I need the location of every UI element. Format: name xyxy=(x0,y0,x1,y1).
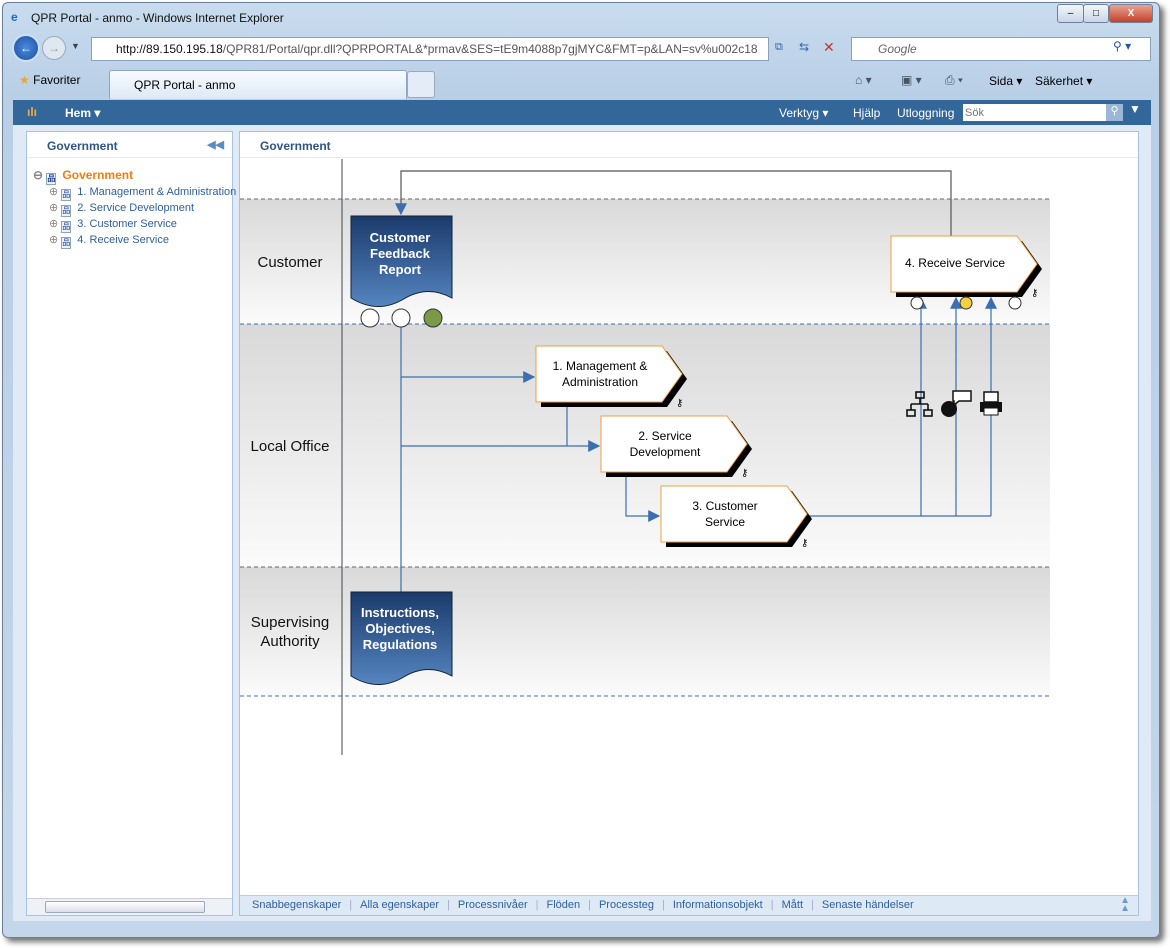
scroll-top-icon[interactable]: ▲ ▲ xyxy=(1120,896,1130,914)
ie-icon: e xyxy=(11,10,18,24)
indicator-white xyxy=(391,308,411,328)
portal-search-input[interactable] xyxy=(963,104,1123,121)
footer-tabs: Snabbegenskaper | Alla egenskaper | Processn… xyxy=(240,895,1138,915)
process-step[interactable]: 2. Service Development⚷ xyxy=(600,415,752,479)
compat-icon[interactable]: ⧉ xyxy=(775,41,783,54)
window-title: QPR Portal - anmo - Windows Internet Exp… xyxy=(31,11,284,25)
key-icon: ⚷ xyxy=(741,468,748,479)
logout-link[interactable]: Utloggning xyxy=(897,106,954,120)
tools-menu[interactable]: Verktyg ▾ xyxy=(779,106,828,120)
footer-tab[interactable]: Senaste händelser xyxy=(822,899,914,911)
process-label: 4. Receive Service xyxy=(905,256,1005,270)
process-icon: 品 xyxy=(61,189,72,201)
portal-toolbar: ılı Hem ▾ Verktyg ▾ Hjälp Utloggning ⚲ ▼ xyxy=(13,100,1151,125)
help-link[interactable]: Hjälp xyxy=(853,106,880,120)
history-dropdown-icon[interactable]: ▼ xyxy=(71,41,80,51)
feeds-icon[interactable]: ▣ ▾ xyxy=(901,73,922,87)
new-tab-button[interactable] xyxy=(407,71,435,98)
print-icon[interactable]: ⎙ ▾ xyxy=(945,73,963,88)
scrollbar-thumb[interactable] xyxy=(45,901,205,913)
tree-item[interactable]: ⊕ 品 2. Service Development xyxy=(49,201,194,217)
main-panel: Government Customer Local Office Supervi… xyxy=(239,131,1139,916)
search-box[interactable]: Google xyxy=(851,37,1151,61)
back-button[interactable]: ← xyxy=(12,34,40,62)
process-step[interactable]: 3. Customer Service⚷ xyxy=(660,485,812,549)
expand-icon: ⊕ xyxy=(49,202,59,214)
lane-label: Customer xyxy=(257,254,322,271)
printer-icon xyxy=(980,391,1002,416)
footer-tab[interactable]: Informationsobjekt xyxy=(673,899,763,911)
footer-tab[interactable]: Flöden xyxy=(546,899,580,911)
expand-icon[interactable]: ▼ xyxy=(1129,102,1141,116)
tree-item[interactable]: ⊕ 品 1. Management & Administration xyxy=(49,185,236,201)
collapse-icon: ⊖ xyxy=(33,168,44,182)
key-icon: ⚷ xyxy=(676,398,683,409)
horizontal-scrollbar[interactable] xyxy=(27,898,232,915)
expand-icon: ⊕ xyxy=(49,234,59,246)
favorites-button[interactable]: ★ Favoriter xyxy=(19,73,80,87)
process-icon: 品 xyxy=(61,221,72,233)
footer-tab[interactable]: Snabbegenskaper xyxy=(252,899,341,911)
home-menu[interactable]: Hem ▾ xyxy=(65,106,100,120)
safety-menu[interactable]: Säkerhet ▾ xyxy=(1035,74,1092,88)
indicator-green xyxy=(423,308,443,328)
footer-tab[interactable]: Processteg xyxy=(599,899,654,911)
process-icon: 品 xyxy=(46,173,57,185)
content-area: Government ◀◀ ⊖ 品 Government ⊕ 品 1. Manage… xyxy=(13,125,1151,921)
indicator-white xyxy=(1008,296,1022,310)
tree-item[interactable]: ⊕ 品 3. Customer Service xyxy=(49,217,177,233)
key-icon: ⚷ xyxy=(801,538,808,549)
collapse-panel-icon[interactable]: ◀◀ xyxy=(207,138,224,151)
expand-icon: ⊕ xyxy=(49,186,59,198)
key-icon: ⚷ xyxy=(1031,288,1038,299)
process-step[interactable]: 4. Receive Service ⚷ xyxy=(890,235,1042,299)
document-instructions: Instructions, Objectives, Regulations xyxy=(350,591,453,685)
expand-icon: ⊕ xyxy=(49,218,59,230)
lane-label: Local Office xyxy=(251,438,330,455)
page-menu[interactable]: Sida ▾ xyxy=(989,74,1022,88)
minimize-button[interactable]: – xyxy=(1057,4,1084,23)
indicator-white xyxy=(360,308,380,328)
stop-icon[interactable]: ✕ xyxy=(823,39,835,56)
address-bar[interactable]: http://89.150.195.18/QPR81/Portal/qpr.dl… xyxy=(91,37,769,61)
search-icon[interactable]: ⚲ xyxy=(1106,104,1123,121)
search-icon[interactable]: ⚲ ▾ xyxy=(1113,39,1131,53)
close-button[interactable]: X xyxy=(1109,4,1153,23)
tab-qpr-portal[interactable]: QPR Portal - anmo xyxy=(109,70,407,99)
indicator-white xyxy=(910,296,924,310)
forward-button[interactable]: → xyxy=(42,36,66,60)
qpr-logo-icon: ılı xyxy=(27,105,38,119)
process-diagram: Customer Local Office Supervising Authori… xyxy=(240,159,1050,755)
browser-window: e QPR Portal - anmo - Windows Internet E… xyxy=(2,2,1160,938)
home-icon[interactable]: ⌂ ▾ xyxy=(855,73,872,87)
process-step[interactable]: 1. Management & Administration⚷ xyxy=(535,345,687,409)
process-icon: 品 xyxy=(61,237,72,249)
refresh-icon[interactable]: ⇆ xyxy=(799,40,809,54)
left-panel-header: Government ◀◀ xyxy=(27,132,232,158)
left-panel: Government ◀◀ ⊖ 品 Government ⊕ 品 1. Manage… xyxy=(26,131,236,916)
process-icon: 品 xyxy=(61,205,72,217)
footer-tab[interactable]: Alla egenskaper xyxy=(360,899,439,911)
star-icon: ★ xyxy=(19,73,30,87)
tree-item[interactable]: ⊕ 品 4. Receive Service xyxy=(49,233,169,249)
indicator-yellow xyxy=(959,296,973,310)
footer-tab[interactable]: Processnivåer xyxy=(458,899,528,911)
svg-text:Instructions,Objectives,Regula: Instructions, Objectives, Regulations xyxy=(361,605,439,652)
maximize-button[interactable]: □ xyxy=(1083,4,1109,23)
footer-tab[interactable]: Mått xyxy=(782,899,803,911)
tree-root[interactable]: ⊖ 品 Government xyxy=(33,168,133,185)
